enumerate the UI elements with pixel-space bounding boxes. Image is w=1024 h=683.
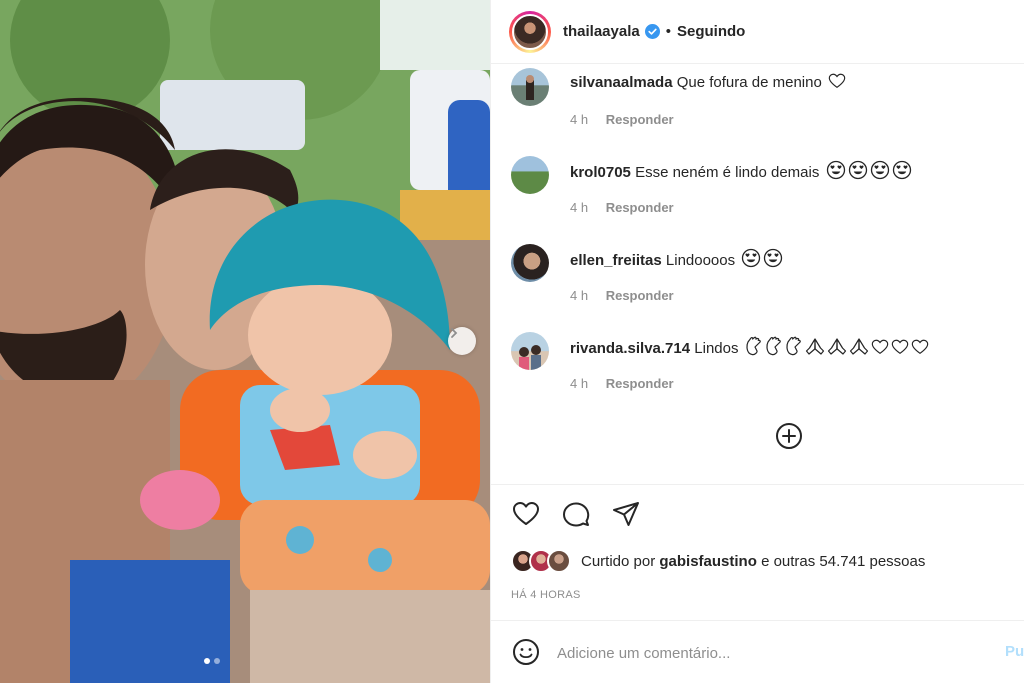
heart-eyes-emoji-icon [741, 248, 761, 274]
heart-eyes-emoji-icon [892, 160, 912, 186]
photo-illustration [0, 0, 490, 683]
comment-time: 4 h [570, 376, 589, 391]
comment-input[interactable] [557, 641, 987, 665]
paper-plane-icon[interactable] [611, 499, 641, 529]
author-avatar[interactable] [509, 10, 551, 53]
post-comment-button[interactable]: Pu [1005, 643, 1024, 660]
white-heart-emoji-icon [891, 338, 909, 362]
post-actions-section: Curtido por gabisfaustino e outras 54.74… [491, 484, 1024, 601]
commenter-username[interactable]: ellen_freiitas [570, 252, 662, 269]
white-heart-emoji-icon [828, 72, 846, 96]
comment-item: rivanda.silva.714 Lindos 4 h Responder [511, 332, 1011, 412]
comment-text: Lindoooos [665, 252, 736, 269]
folded-hands-emoji-icon [827, 336, 847, 362]
post-photo[interactable] [0, 0, 490, 683]
carousel-next-button[interactable] [448, 327, 476, 355]
white-heart-emoji-icon [871, 338, 889, 362]
comment-time: 4 h [570, 112, 589, 127]
author-username[interactable]: thailaayala [563, 23, 640, 40]
reply-button[interactable]: Responder [606, 288, 674, 303]
comment-text: Que fofura de menino [676, 74, 822, 91]
heart-eyes-emoji-icon [826, 160, 846, 186]
plus-circle-icon[interactable] [774, 421, 804, 451]
commenter-username[interactable]: silvanaalmada [570, 74, 673, 91]
carousel-dot [214, 658, 220, 664]
post-header: thailaayala • Seguindo [491, 0, 1024, 64]
header-separator: • [665, 23, 671, 40]
comment-item: krol0705 Esse neném é lindo demais 4 h R… [511, 156, 1011, 236]
post-details-panel: thailaayala • Seguindo silvanaalmada Que… [490, 0, 1024, 683]
commenter-username[interactable]: krol0705 [570, 164, 631, 181]
folded-hands-emoji-icon [805, 336, 825, 362]
post-timestamp[interactable]: HÁ 4 HORAS [511, 589, 581, 601]
clapping-hands-emoji-icon [765, 336, 783, 362]
heart-eyes-emoji-icon [763, 248, 783, 274]
comment-text: Lindos [694, 340, 739, 357]
likes-summary[interactable]: Curtido por gabisfaustino e outras 54.74… [511, 549, 925, 573]
smiley-icon[interactable] [511, 637, 541, 667]
heart-eyes-emoji-icon [870, 160, 890, 186]
comment-emojis [739, 248, 783, 269]
verified-badge-icon [644, 24, 660, 39]
clapping-hands-emoji-icon [745, 336, 763, 362]
commenter-username[interactable]: rivanda.silva.714 [570, 340, 690, 357]
liker-avatar [547, 549, 571, 573]
commenter-avatar[interactable] [511, 156, 549, 194]
reply-button[interactable]: Responder [606, 376, 674, 391]
action-bar [511, 499, 641, 529]
comment-item: silvanaalmada Que fofura de menino 4 h R… [511, 68, 1011, 148]
clapping-hands-emoji-icon [785, 336, 803, 362]
comment-emojis [743, 336, 929, 357]
commenter-avatar[interactable] [511, 68, 549, 106]
comment-item: ellen_freiitas Lindoooos 4 h Responder [511, 244, 1011, 324]
reply-button[interactable]: Responder [606, 200, 674, 215]
chevron-right-icon [451, 328, 458, 338]
heart-eyes-emoji-icon [848, 160, 868, 186]
comment-text: Esse neném é lindo demais [635, 164, 820, 181]
carousel-dot-active [204, 658, 210, 664]
comment-time: 4 h [570, 200, 589, 215]
comment-bubble-icon[interactable] [561, 499, 591, 529]
likes-count-text[interactable]: e outras 54.741 pessoas [761, 553, 925, 570]
comment-composer: Pu [491, 620, 1024, 683]
carousel-indicator [204, 658, 220, 664]
comment-emojis [826, 73, 846, 91]
heart-icon[interactable] [511, 499, 541, 529]
commenter-avatar[interactable] [511, 244, 549, 282]
likes-prefix: Curtido por [581, 552, 656, 570]
reply-button[interactable]: Responder [606, 112, 674, 127]
liker-username[interactable]: gabisfaustino [659, 553, 757, 570]
liker-avatars [511, 549, 573, 573]
folded-hands-emoji-icon [849, 336, 869, 362]
following-button[interactable]: Seguindo [677, 23, 745, 40]
comment-emojis [824, 160, 912, 181]
commenter-avatar[interactable] [511, 332, 549, 370]
comment-time: 4 h [570, 288, 589, 303]
white-heart-emoji-icon [911, 338, 929, 362]
